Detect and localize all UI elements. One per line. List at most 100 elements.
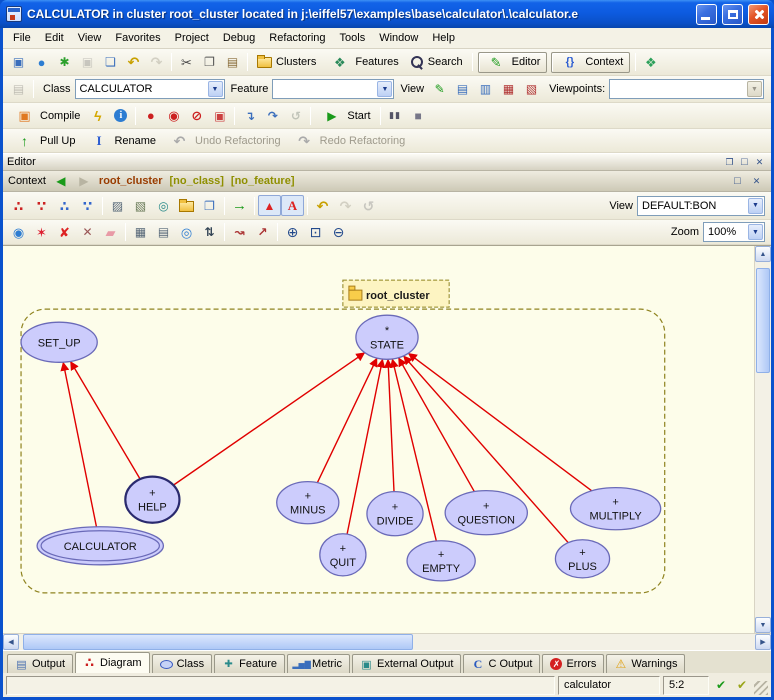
diagram-view-combobox[interactable]: DEFAULT:BON xyxy=(637,196,765,216)
close-button[interactable] xyxy=(748,4,769,25)
inheritance-arrow-help-to-set_up[interactable] xyxy=(70,361,140,479)
flat-view-icon[interactable] xyxy=(451,79,474,100)
editor-toggle-button[interactable]: Editor xyxy=(478,52,548,73)
class-node-question[interactable]: +QUESTION xyxy=(445,491,527,535)
tab-class[interactable]: Class xyxy=(152,654,213,673)
titlebar[interactable]: CALCULATOR in cluster root_cluster locat… xyxy=(0,0,774,28)
tab-errors[interactable]: Errors xyxy=(542,654,604,673)
diagram-canvas[interactable]: root_clusterSET_UP*STATE+HELPCALCULATOR+… xyxy=(3,245,771,633)
visibility-icon[interactable] xyxy=(7,222,30,243)
eraser-icon[interactable] xyxy=(99,222,122,243)
info-icon[interactable] xyxy=(109,105,132,126)
layout-tree-icon[interactable] xyxy=(152,222,175,243)
horizontal-scrollbar[interactable] xyxy=(3,633,771,650)
debug-kill-icon[interactable] xyxy=(208,105,231,126)
menu-window[interactable]: Window xyxy=(372,30,425,46)
scroll-up-button[interactable] xyxy=(755,246,771,262)
paste-icon[interactable] xyxy=(221,52,244,73)
viewpoints-combobox[interactable] xyxy=(609,79,764,99)
class-links-icon[interactable] xyxy=(7,195,30,216)
class-node-calculator[interactable]: CALCULATOR xyxy=(37,527,163,565)
new-window-icon[interactable] xyxy=(7,52,30,73)
menu-file[interactable]: File xyxy=(6,30,38,46)
descendants-view-icon[interactable] xyxy=(520,79,543,100)
inheritance-arrow-divide-to-state[interactable] xyxy=(388,359,394,491)
menu-refactoring[interactable]: Refactoring xyxy=(262,30,332,46)
context-class-crumb[interactable]: [no_class] xyxy=(170,175,224,187)
client-links-icon[interactable] xyxy=(53,195,76,216)
context-toggle-button[interactable]: Context xyxy=(551,52,630,73)
editor-maximize-pane-icon[interactable] xyxy=(737,155,752,169)
center-diagram-icon[interactable] xyxy=(175,222,198,243)
menu-help[interactable]: Help xyxy=(425,30,462,46)
interface-view-icon[interactable] xyxy=(497,79,520,100)
layout-grid-icon[interactable] xyxy=(129,222,152,243)
inheritance-arrow-minus-to-state[interactable] xyxy=(317,358,377,483)
new-project-icon[interactable] xyxy=(53,52,76,73)
history-back-icon[interactable] xyxy=(53,171,69,192)
menu-favorites[interactable]: Favorites xyxy=(108,30,167,46)
supplier-links-icon[interactable] xyxy=(76,195,99,216)
editor-float-pane-icon[interactable] xyxy=(722,155,737,169)
scroll-left-button[interactable] xyxy=(3,634,19,650)
feature-combobox[interactable] xyxy=(272,79,394,99)
editor-close-pane-icon[interactable] xyxy=(752,155,767,169)
resize-grip[interactable] xyxy=(754,681,768,695)
toggle-inheritance-icon[interactable] xyxy=(258,195,281,216)
open-project-icon[interactable] xyxy=(30,52,53,73)
sort-icon[interactable] xyxy=(198,222,221,243)
rename-button[interactable]: Rename xyxy=(81,130,162,152)
inheritance-arrow-question-to-state[interactable] xyxy=(399,358,475,492)
inheritance-arrow-multiply-to-state[interactable] xyxy=(408,353,591,491)
tab-metric[interactable]: Metric xyxy=(287,654,350,673)
zoom-in-icon[interactable] xyxy=(281,222,304,243)
class-combobox-arrow-icon[interactable] xyxy=(208,81,223,97)
class-node-multiply[interactable]: +MULTIPLY xyxy=(570,488,660,530)
remove-link-icon[interactable] xyxy=(76,222,99,243)
start-button[interactable]: Start xyxy=(314,105,376,127)
contract-view-icon[interactable] xyxy=(474,79,497,100)
toggle-labels-icon[interactable] xyxy=(281,195,304,216)
debug-interrupt-icon[interactable] xyxy=(162,105,185,126)
inheritance-arrow-help-to-state[interactable] xyxy=(173,353,364,485)
undo-icon[interactable] xyxy=(122,52,145,73)
export-web-icon[interactable] xyxy=(152,195,175,216)
editor-view-icon[interactable] xyxy=(428,79,451,100)
zoom-combobox-arrow-icon[interactable] xyxy=(748,224,763,240)
inheritance-arrow-calculator-to-set_up[interactable] xyxy=(63,362,96,527)
class-node-set_up[interactable]: SET_UP xyxy=(21,322,97,362)
add-class-icon[interactable] xyxy=(30,222,53,243)
screenshot-icon[interactable] xyxy=(106,195,129,216)
link-curve-icon[interactable] xyxy=(228,222,251,243)
context-maximize-pane-icon[interactable] xyxy=(730,174,745,188)
debug-run-icon[interactable] xyxy=(139,105,162,126)
scroll-right-button[interactable] xyxy=(755,634,771,650)
diagram-view-combobox-arrow-icon[interactable] xyxy=(748,198,763,214)
pull-up-button[interactable]: Pull Up xyxy=(7,130,81,152)
class-node-divide[interactable]: +DIVIDE xyxy=(367,492,423,536)
context-cluster-crumb[interactable]: root_cluster xyxy=(99,175,163,187)
link-straight-icon[interactable] xyxy=(251,222,274,243)
scroll-down-button[interactable] xyxy=(755,617,771,633)
maximize-button[interactable] xyxy=(722,4,743,25)
export-image-icon[interactable] xyxy=(129,195,152,216)
context-feature-crumb[interactable]: [no_feature] xyxy=(231,175,295,187)
open-folder-icon[interactable] xyxy=(175,195,198,216)
menu-edit[interactable]: Edit xyxy=(38,30,71,46)
step-into-icon[interactable] xyxy=(238,105,261,126)
tab-output[interactable]: Output xyxy=(7,654,73,673)
minimize-button[interactable] xyxy=(696,4,717,25)
delete-icon[interactable] xyxy=(53,222,76,243)
tab-external-output[interactable]: External Output xyxy=(352,654,461,673)
feature-combobox-arrow-icon[interactable] xyxy=(377,81,392,97)
class-node-minus[interactable]: +MINUS xyxy=(277,482,339,524)
pause-icon[interactable] xyxy=(384,105,407,126)
search-button[interactable]: Search xyxy=(405,51,469,73)
menu-tools[interactable]: Tools xyxy=(333,30,373,46)
step-over-icon[interactable] xyxy=(261,105,284,126)
features-button[interactable]: Features xyxy=(322,51,404,73)
horizontal-scroll-track[interactable] xyxy=(19,634,755,650)
go-arrow-icon[interactable] xyxy=(228,195,251,216)
undo-diagram-icon[interactable] xyxy=(311,195,334,216)
menu-view[interactable]: View xyxy=(71,30,109,46)
